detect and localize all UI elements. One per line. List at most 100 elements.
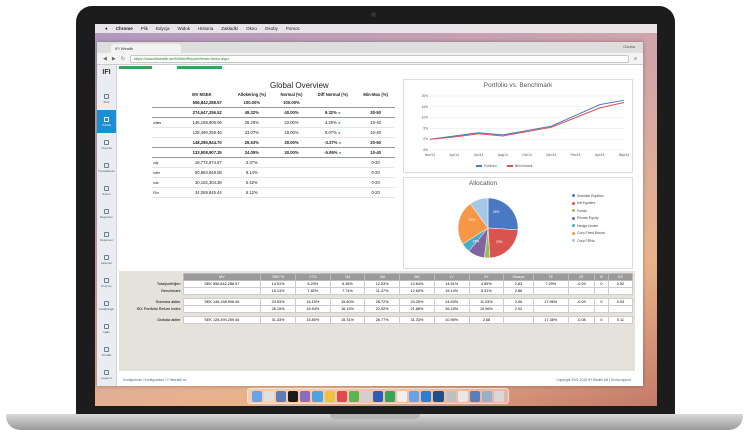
perf-cell: 2.06 [503,298,534,306]
browser-tab[interactable]: IFI Wealth [111,44,181,53]
perf-cell: -0.08 [567,316,596,324]
sidebar-item-label: Hjälp [103,329,110,334]
dock-app-icon[interactable] [457,390,468,402]
perf-header: 3Y [468,273,505,281]
sidebar-item[interactable]: Kalender [97,248,116,271]
back-icon[interactable]: ◀ [103,56,107,62]
sidebar-item[interactable]: Översikt [97,133,116,156]
dock-app-icon[interactable] [409,390,420,402]
sidebar-item-icon [104,185,109,191]
dock-app-icon[interactable] [348,390,359,402]
screen: ● Chrome Plik Edycja Widok Historia Zakładki Ok… [95,24,657,406]
dock-app-icon[interactable] [252,390,263,402]
dock-app-icon[interactable] [336,390,347,402]
sidebar-item[interactable]: Export [97,179,116,202]
sidebar-item[interactable]: Prognos [97,271,116,294]
user-label[interactable]: Osoba [623,44,635,49]
menubar-item[interactable]: Okno [246,26,257,31]
dock-app-icon[interactable] [276,390,287,402]
menubar-item[interactable]: Plik [141,26,148,31]
sidebar-item[interactable]: Transaktioner [97,156,116,179]
allocation-pie-chart: 26% 23% 24% 27% [457,197,519,259]
perf-cell: 2.83 [503,280,534,288]
col-label [152,91,174,98]
menubar-item[interactable]: Osoby [265,26,278,31]
x-tick-label: Feb/15 [571,153,581,157]
legend-benchmark: Benchmark [506,164,533,168]
dock-app-icon[interactable] [481,390,492,402]
perf-cell: 22.92% [364,305,401,313]
camera [371,12,376,17]
sidebar-item-icon [104,369,109,375]
sidebar-item[interactable]: Rapporter [97,202,116,225]
dock-app-icon[interactable] [397,390,408,402]
row-alloc: 5.42% [229,177,274,188]
address-input[interactable]: https://www.ifiwealth.se/ifi/iWebReportV… [129,54,630,63]
menubar-item[interactable]: Widok [178,26,191,31]
menubar-item[interactable]: Edycja [156,26,170,31]
menu-icon[interactable]: ≡ [634,56,637,62]
perf-cell: 15.80% [329,298,366,306]
sidebar-item[interactable]: Dokument [97,225,116,248]
menubar-item[interactable]: Historia [198,26,213,31]
top-tab-1[interactable] [119,66,152,69]
dock-app-icon[interactable] [360,390,371,402]
sidebar-item[interactable]: Portfölj [97,110,116,133]
sidebar-item-label: Dokument [100,237,113,242]
perf-cell: 15.14% [433,287,470,295]
perf-cell: 16.15% [294,298,331,306]
dock-app-icon[interactable] [385,390,396,402]
row-diff: 4.25% ● [309,117,357,128]
top-tab-2[interactable] [177,66,222,69]
sidebar-item[interactable]: Kontakt [97,340,116,363]
pie-slice-label: 26% [493,210,500,214]
dock-app-icon[interactable] [421,390,432,402]
sidebar-item[interactable]: Logga ut [97,363,116,386]
y-tick-label: 0% [423,137,428,141]
dock-app-icon[interactable] [493,390,504,402]
col-alloc: Allokering (%) [237,92,266,97]
portfolio-line-chart: 20% 15% 10% 5% 0% -5%Nov/13 Apr/14 Jun/14 Aug/14… [422,94,630,157]
sidebar-item[interactable]: Inställningar [97,294,116,317]
reload-icon[interactable]: ↻ [121,56,125,62]
row-diff [309,98,357,108]
menubar-item[interactable]: Pomoc [286,26,300,31]
status-left[interactable]: Konfigurerad / Konfiguration / © ifiweal… [123,378,186,382]
dock-app-icon[interactable] [433,390,444,402]
row-alloc: 9.14% [229,167,274,178]
sidebar-item[interactable]: Start [97,87,116,110]
sidebar-item[interactable]: Hjälp [97,317,116,340]
x-tick-label: Apr/14 [450,153,460,157]
row-normal: 100.00% [273,98,310,108]
browser-window: IFI Wealth Osoba ◀ ▶ ↻ https://www.ifiwe… [97,42,643,386]
sidebar-item-label: Portfölj [102,122,111,127]
dock-app-icon[interactable] [264,390,275,402]
dock-app-icon[interactable] [324,390,335,402]
perf-cell [607,305,634,313]
overview-title: Global Overview [270,81,329,90]
overview-row: 128,490,259.46 23.07% 18.00% 5.07% ● 10-40 [152,127,395,138]
menubar-item[interactable]: Zakładki [221,26,238,31]
menubar-item[interactable]: Chrome [116,26,133,31]
row-normal [273,157,310,168]
perf-cell: 26.15% [260,305,296,313]
dock-app-icon[interactable] [469,390,480,402]
laptop-notch [330,414,420,419]
perf-cell: 0.52 [607,280,634,288]
sidebar-item-icon [104,208,109,214]
portfolio-chart-title: Portfolio vs. Benchmark [483,82,553,89]
forward-icon[interactable]: ▶ [112,56,116,62]
row-alloc: 23.07% [229,127,274,138]
perf-cell: 10.96% [468,305,505,313]
dock-app-icon[interactable] [300,390,311,402]
portfolio-benchmark-panel: Portfolio vs. Benchmark 20% 15% 10% 5% 0% -5%… [403,79,633,173]
dock-app-icon[interactable] [312,390,323,402]
overview-table: MV MSEK Allokering (%) Normal (%) Diff N… [152,91,395,198]
row-label: uities [152,117,174,128]
dock-app-icon[interactable] [372,390,384,402]
col-minmax: Min-Max (%) [363,92,388,97]
dock-app-icon[interactable] [288,390,299,402]
dock-app-icon[interactable] [445,390,456,402]
apple-icon[interactable]: ● [105,26,108,31]
perf-cell: 8.23% [294,280,331,288]
